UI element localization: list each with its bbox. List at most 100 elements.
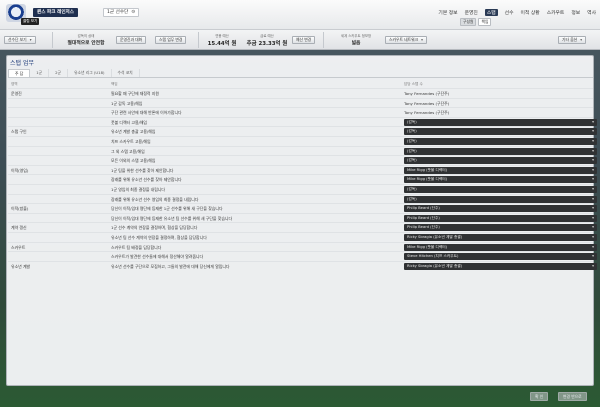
chevron-down-icon: ▾ — [592, 177, 594, 182]
tab-main[interactable]: 주 담 — [8, 69, 31, 77]
nav-item-staff[interactable]: 스탭 — [484, 9, 498, 16]
staff-select[interactable]: Steve Hitchen (치프 스카우트) ▾ — [404, 253, 597, 261]
subnav-members[interactable]: 구성원 — [460, 18, 477, 26]
change-back-button[interactable]: 변경 반으로 — [558, 392, 587, 401]
chevron-down-icon: ▾ — [592, 206, 594, 211]
row-responsibility: 구단 관련 사안에 대해 반론에 이어가합니다 — [111, 110, 182, 116]
squad-label: 1군 선수단 — [107, 10, 129, 15]
nav-item-basic-info[interactable]: 기본 정보 — [438, 9, 457, 16]
staff-select[interactable]: (감독) ▾ — [404, 147, 597, 155]
staff-select[interactable]: (감독) ▾ — [404, 118, 597, 126]
scout-network-button[interactable]: 스카우트 네트워크 ▾ — [385, 36, 427, 44]
table-row: 장래를 위해 유소년 선수를 찾아 제안합니다 Mike Rigg (풋볼 디렉터… — [8, 174, 597, 184]
chevron-down-icon: ▾ — [592, 167, 594, 172]
row-area: 이적(영입) — [11, 167, 29, 173]
staff-select-value: Steve Hitchen (치프 스카우트) — [407, 254, 459, 259]
squad-view-button[interactable]: 선수단 보기 ▾ — [4, 36, 36, 44]
row-responsibility: 당신이 이적/임대 명단에 등재한 유소년 팀 선수를 위해 새 구단을 찾습니… — [111, 215, 233, 221]
staff-select[interactable]: (감독) ▾ — [404, 185, 597, 193]
staff-select[interactable]: Ricky Sbragia (유소년 계발 총괄) ▾ — [404, 233, 597, 241]
table-row: 스카우트 스카우트 팀 배정을 담당합니다 Mike Rigg (풋볼 디렉터) ▾ — [8, 241, 597, 252]
manager-status-label: 감독의 상태 — [77, 34, 95, 38]
table-row: 스카우트가 발견한 선수들에 대해서 정산해야 알려줍니다 Steve Hitch… — [8, 251, 597, 261]
crest-tooltip: 클럽 보기 — [21, 18, 40, 25]
nav-item-board[interactable]: 운영진 — [465, 9, 478, 16]
nav-item-history[interactable]: 역사 — [587, 9, 596, 16]
row-responsibility: 장래를 위해 유소년 선수 영입의 최종 결정을 내립니다 — [111, 196, 199, 202]
staff-select[interactable]: Philip Beard (단주) ▾ — [404, 205, 597, 213]
staff-select[interactable]: Mike Rigg (풋볼 디렉터) ▾ — [404, 166, 597, 174]
team-name-tab[interactable]: 퀸스 파크 레인저스 — [33, 8, 79, 17]
tab-assistant-manager[interactable]: 수석 코치 — [112, 69, 140, 77]
tab-first-team[interactable]: 1군 — [30, 69, 50, 77]
staff-select-value: Ricky Sbragia (유소년 계발 총괄) — [407, 234, 463, 239]
staff-select-value: Philip Beard (단주) — [407, 206, 440, 211]
scout-network-value: 넓음 — [351, 41, 361, 46]
staff-select[interactable]: Philip Beard (단주) ▾ — [404, 224, 597, 232]
responsibility-table: 운영진 필요할 때 구단에 재정적 지원 Tony Fernandes (구단주) 1… — [8, 88, 597, 271]
nav-item-players[interactable]: 선수 — [505, 9, 514, 16]
row-area: 유소년 계발 — [11, 263, 31, 269]
table-row: 유소년 계발 유소년 선수를 구단으로 모집하고, 그들의 발전에 대해 당신에게… — [8, 260, 597, 271]
nav-item-info[interactable]: 정보 — [571, 9, 580, 16]
staff-select-value: (감독) — [407, 119, 417, 124]
other-options-button[interactable]: 기타 옵션 ▾ — [558, 36, 586, 44]
row-responsibility: 당신이 이적/임대 명단에 등재한 1군 선수를 위해 새 구단을 찾습니다 — [111, 206, 223, 212]
table-row: 이적(영입) 1군 팀을 위한 선수를 찾아 제안합니다 Mike Rigg (풋볼… — [8, 164, 597, 175]
row-responsibility: 치프 스카우트 고용/해임 — [111, 138, 151, 144]
chevron-down-icon: ▾ — [592, 129, 594, 134]
divider — [198, 32, 199, 48]
row-area: 스탭 구인 — [11, 129, 27, 135]
tab-reserves[interactable]: 2군 — [49, 69, 69, 77]
panel-title: 스탭 업무 — [10, 60, 34, 67]
row-responsibility: 모든 이외의 스탭 고용/해임 — [111, 158, 156, 164]
staff-select[interactable]: (감독) ▾ — [404, 195, 597, 203]
staff-select[interactable]: Philip Beard (단주) ▾ — [404, 214, 597, 222]
tab-youth-league[interactable]: 유소년 리그 (U18) — [68, 69, 112, 77]
budget-change-button[interactable]: 예산 변경 — [292, 36, 316, 44]
squad-selector[interactable]: 1군 선수단 ⚙ — [103, 8, 140, 17]
staff-select[interactable]: (감독) ▾ — [404, 157, 597, 165]
row-area: 계약 갱신 — [11, 225, 27, 231]
table-row: 1군 감독 고용/해임 Tony Fernandes (구단주) — [8, 97, 593, 108]
nav-item-transfers[interactable]: 이적 상황 — [521, 9, 540, 16]
table-row: 모든 이외의 스탭 고용/해임 (감독) ▾ — [8, 155, 597, 165]
staff-select[interactable]: Mike Rigg (풋볼 디렉터) ▾ — [404, 176, 597, 184]
gear-icon[interactable]: ⚙ — [131, 10, 135, 15]
chevron-down-icon: ▾ — [592, 215, 594, 220]
staff-select-value: (감독) — [407, 158, 417, 163]
board-talk-button[interactable]: 운영진과 대화 — [116, 36, 147, 44]
staff-select[interactable]: (감독) ▾ — [404, 137, 597, 145]
row-responsibility: 그 외 스탭 고용/해임 — [111, 148, 145, 154]
table-row: 이적(방출) 당신이 이적/임대 명단에 등재한 1군 선수를 위해 새 구단을 … — [8, 203, 597, 213]
chevron-down-icon: ▾ — [421, 38, 423, 42]
row-area: 이적(방출) — [11, 206, 29, 212]
confirm-button[interactable]: 확 인 — [530, 392, 549, 401]
staff-select-value: Mike Rigg (풋볼 디렉터) — [407, 244, 448, 249]
staff-select[interactable]: (감독) ▾ — [404, 128, 597, 136]
table-row: 장래를 위해 유소년 선수 영입의 최종 결정을 내립니다 (감독) ▾ — [8, 193, 597, 204]
row-responsibility: 유소년 계발 총괄 고용/해임 — [111, 129, 156, 135]
row-responsibility: 유소년 팀 선수 계약의 연장을 결정하며, 협상을 담당합니다 — [111, 234, 207, 240]
chevron-down-icon: ▾ — [592, 234, 594, 239]
row-responsibility: 풋볼 디렉터 고용/해임 — [111, 119, 147, 125]
row-area: 운영진 — [11, 91, 22, 96]
row-area: 스카우트 — [11, 244, 26, 250]
staff-duty-change-button[interactable]: 스탭 업무 변경 — [155, 36, 187, 44]
column-header-area: 영역 — [11, 82, 18, 86]
nav-item-scouting[interactable]: 스카우트 — [547, 9, 565, 16]
staff-subnav: 구성원 책임 — [460, 18, 492, 26]
staff-name: Tony Fernandes (구단주) — [404, 110, 450, 116]
other-options-label: 기타 옵션 — [562, 37, 578, 42]
wage-budget-value: 15.44억 원 — [207, 41, 237, 47]
table-row: 유소년 팀 선수 계약의 연장을 결정하며, 협상을 담당합니다 Ricky Sb… — [8, 231, 597, 242]
wage-budget-label: 연봉 예산 — [215, 34, 229, 38]
staff-select[interactable]: Ricky Sbragia (유소년 계발 총괄) ▾ — [404, 262, 597, 270]
info-bar: 선수단 보기 ▾ 감독의 상태 절대적으로 안전함 운영진과 대화 스탭 업무 변… — [0, 30, 600, 50]
chevron-down-icon: ▾ — [29, 38, 32, 42]
row-responsibility: 스카우트 팀 배정을 담당합니다 — [111, 244, 162, 250]
subnav-responsibilities[interactable]: 책임 — [478, 18, 492, 26]
staff-select[interactable]: Mike Rigg (풋볼 디렉터) ▾ — [404, 243, 597, 251]
top-navigation: 기본 정보 운영진 스탭 선수 이적 상황 스카우트 정보 역사 — [438, 9, 596, 16]
table-row: 풋볼 디렉터 고용/해임 (감독) ▾ — [8, 116, 597, 127]
